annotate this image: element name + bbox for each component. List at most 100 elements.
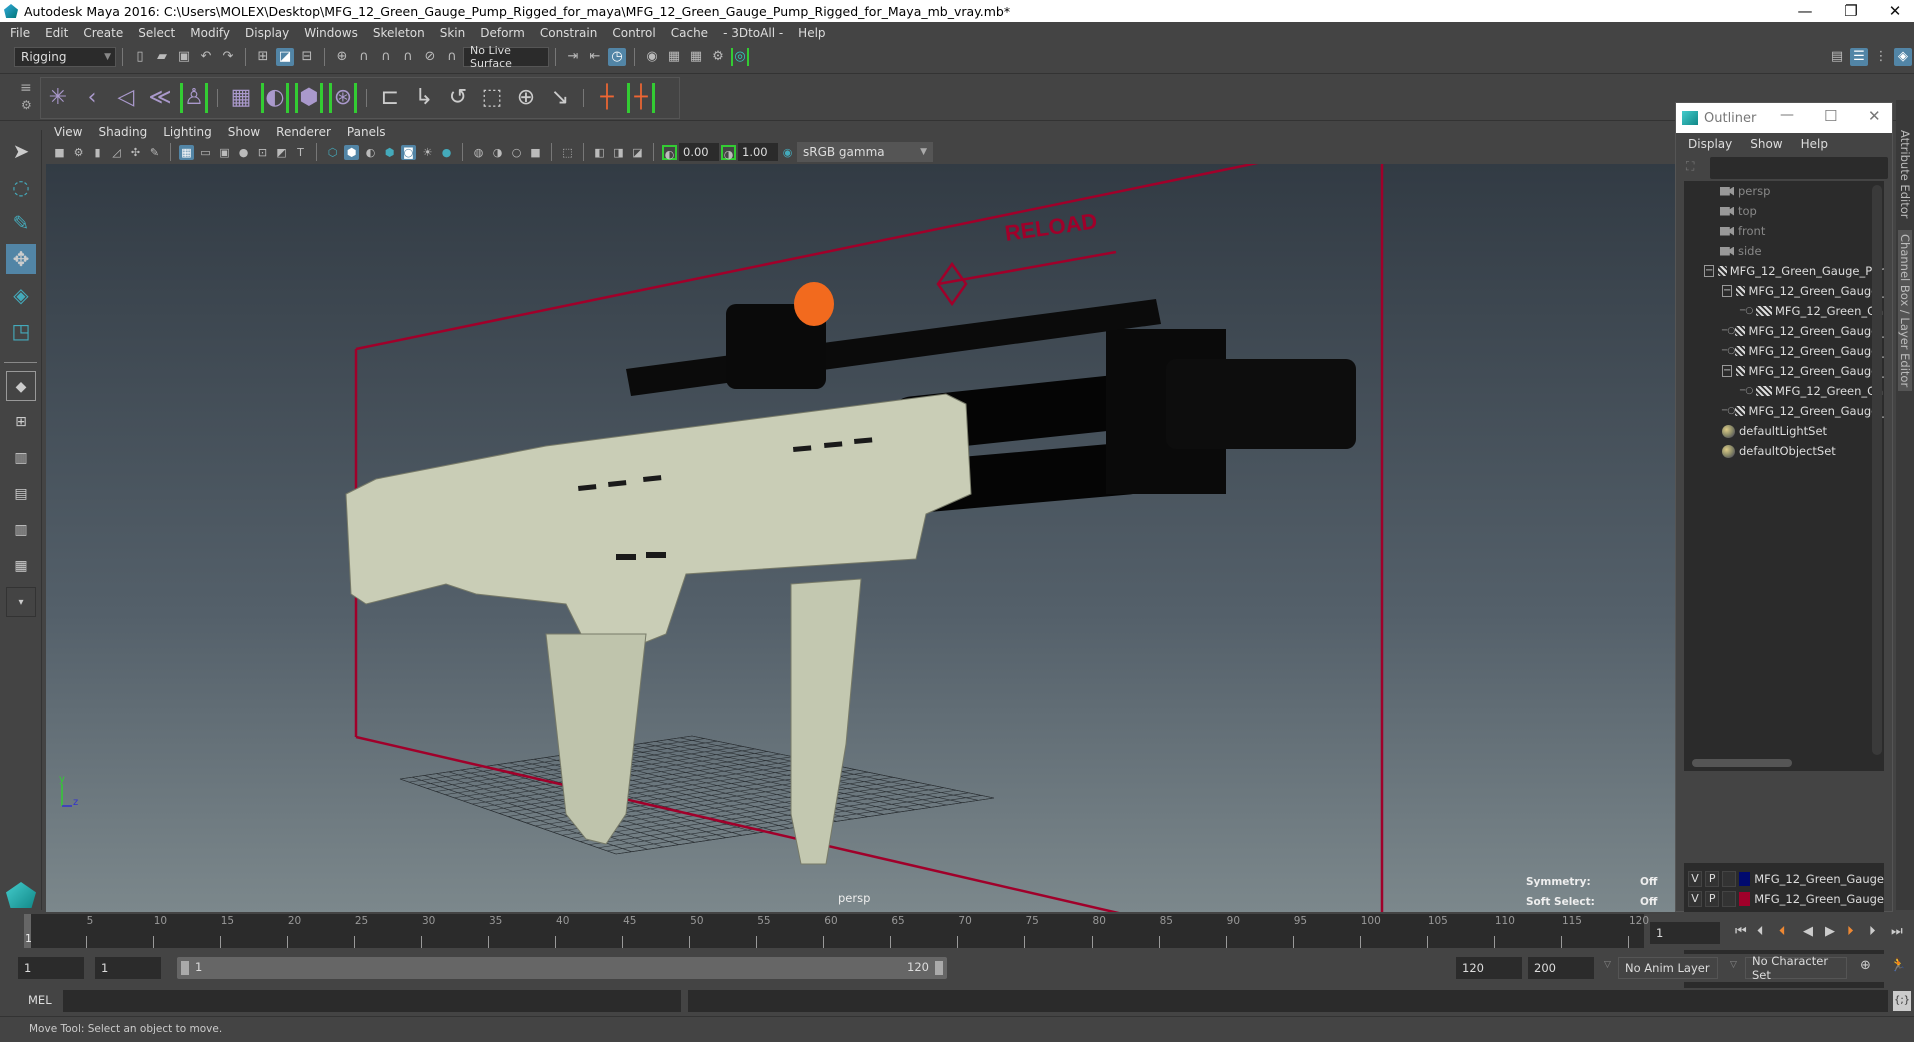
orient-constraint-icon[interactable]: ↺ xyxy=(444,83,472,113)
bind-skin-icon[interactable]: ◐ xyxy=(261,83,289,113)
render-view-icon[interactable]: ◉ xyxy=(643,48,661,66)
shelf-tabs-icon[interactable]: ≡ xyxy=(20,80,32,96)
channel-box-toggle-icon[interactable]: ◈ xyxy=(1894,48,1912,66)
shelf-settings-icon[interactable]: ⚙ xyxy=(21,98,32,112)
outliner-minimize-button[interactable]: — xyxy=(1780,107,1794,123)
outliner-maximize-button[interactable]: ☐ xyxy=(1824,107,1837,125)
menu-control[interactable]: Control xyxy=(612,26,655,40)
layer-playback-toggle[interactable]: P xyxy=(1705,871,1720,887)
safe-title-icon[interactable]: T xyxy=(293,145,308,160)
command-input[interactable] xyxy=(63,990,681,1012)
layer-display-type-toggle[interactable] xyxy=(1722,891,1737,907)
anti-aliasing-icon[interactable]: ○ xyxy=(509,145,524,160)
panel-menu-panels[interactable]: Panels xyxy=(347,125,386,139)
xray-joints-icon[interactable]: ◪ xyxy=(630,145,645,160)
menu-display[interactable]: Display xyxy=(245,26,289,40)
outliner-menu-display[interactable]: Display xyxy=(1688,137,1732,151)
auto-key-icon[interactable]: ⊕ xyxy=(1860,958,1871,973)
shotgun-model[interactable] xyxy=(345,282,1356,865)
panel-menu-lighting[interactable]: Lighting xyxy=(163,125,212,139)
ik-spline-icon[interactable]: ◁ xyxy=(112,83,140,113)
select-camera-icon[interactable]: ■ xyxy=(52,145,67,160)
chevron-down-icon[interactable]: ▽ xyxy=(1604,960,1611,970)
layer-color-swatch[interactable] xyxy=(1739,892,1751,906)
lattice-icon[interactable]: ⬢ xyxy=(295,83,323,113)
attribute-editor-toggle-icon[interactable]: ☰ xyxy=(1850,48,1868,66)
go-to-start-button[interactable]: ⏮ xyxy=(1735,924,1747,939)
outliner-item[interactable]: ─○ MFG_12_Green_Ga xyxy=(1684,301,1884,321)
select-component-icon[interactable]: ⊟ xyxy=(298,48,316,66)
scale-tool-icon[interactable]: ◳ xyxy=(6,316,36,346)
modeling-toolkit-icon[interactable]: ▤ xyxy=(1828,48,1846,66)
menu-select[interactable]: Select xyxy=(138,26,175,40)
exposure-field[interactable]: 0.00 xyxy=(679,143,719,161)
depth-of-field-icon[interactable]: ■ xyxy=(528,145,543,160)
xray-active-icon[interactable]: ◨ xyxy=(611,145,626,160)
isolate-select-icon[interactable]: ⬚ xyxy=(560,145,575,160)
outliner-close-button[interactable]: ✕ xyxy=(1868,107,1881,125)
hypershade-icon[interactable]: ◎ xyxy=(731,48,749,66)
menu-skin[interactable]: Skin xyxy=(440,26,466,40)
gamma-icon[interactable]: ◑ xyxy=(721,144,736,161)
ik-fk-key-icon[interactable]: ┼ xyxy=(627,83,655,113)
snap-curve-icon[interactable]: ∩ xyxy=(355,48,373,66)
script-editor-icon[interactable]: {;} xyxy=(1893,991,1911,1011)
color-management-icon[interactable]: ◉ xyxy=(780,145,795,160)
select-hierarchy-icon[interactable]: ⊞ xyxy=(254,48,272,66)
wireframe-on-shaded-icon[interactable]: ⬢ xyxy=(382,145,397,160)
smooth-shade-icon[interactable]: ⬢ xyxy=(344,144,359,160)
output-ops-icon[interactable]: ⇤ xyxy=(586,48,604,66)
camera-attributes-icon[interactable]: ⚙ xyxy=(71,145,86,160)
outliner-item[interactable]: defaultLightSet xyxy=(1684,421,1884,441)
outliner-vertical-scrollbar[interactable] xyxy=(1872,185,1882,755)
layer-visibility-toggle[interactable]: V xyxy=(1688,891,1703,907)
lasso-tool-icon[interactable]: ◌ xyxy=(6,172,36,202)
xray-icon[interactable]: ◧ xyxy=(592,145,607,160)
outliner-item[interactable]: ─○ MFG_12_Green_Gauge_ xyxy=(1684,341,1884,361)
lights-icon[interactable]: ☀ xyxy=(420,145,435,160)
filter-icon[interactable]: ⛶ xyxy=(1686,159,1694,174)
pole-vector-icon[interactable]: ↘ xyxy=(546,83,574,113)
scale-constraint-icon[interactable]: ⬚ xyxy=(478,83,506,113)
outliner-horizontal-scrollbar[interactable] xyxy=(1692,759,1792,767)
joint-tool-icon[interactable]: ✳ xyxy=(44,83,72,113)
point-constraint-icon[interactable]: ↳ xyxy=(410,83,438,113)
menu-set-dropdown[interactable]: Rigging ▼ xyxy=(14,47,116,67)
aim-constraint-icon[interactable]: ⊕ xyxy=(512,83,540,113)
restore-button[interactable]: ❐ xyxy=(1828,0,1874,22)
attribute-editor-tab[interactable]: Attribute Editor xyxy=(1898,130,1912,218)
layer-playback-toggle[interactable]: P xyxy=(1705,891,1720,907)
range-start-handle[interactable] xyxy=(181,961,189,975)
collapse-toggle-icon[interactable]: − xyxy=(1722,365,1733,377)
panel-menu-renderer[interactable]: Renderer xyxy=(276,125,331,139)
persp-graph-layout-icon[interactable]: ▤ xyxy=(6,479,36,509)
field-chart-icon[interactable]: ⊡ xyxy=(255,145,270,160)
play-backwards-button[interactable]: ◀ xyxy=(1803,924,1813,939)
exposure-icon[interactable]: ◐ xyxy=(662,144,677,161)
grid-icon[interactable]: ▦ xyxy=(179,144,194,160)
menu-create[interactable]: Create xyxy=(83,26,123,40)
move-tool-icon[interactable]: ✥ xyxy=(6,244,36,274)
command-language-label[interactable]: MEL xyxy=(28,993,52,1007)
go-to-end-button[interactable]: ⏭ xyxy=(1891,924,1903,939)
undo-icon[interactable]: ↶ xyxy=(197,48,215,66)
playback-end-field[interactable]: 120 xyxy=(1456,957,1522,979)
start-time-field[interactable]: 1 xyxy=(18,957,84,979)
outliner-item[interactable]: − MFG_12_Green_Gauge_ xyxy=(1684,361,1884,381)
outliner-item[interactable]: defaultObjectSet xyxy=(1684,441,1884,461)
quick-rig-icon[interactable]: ♙ xyxy=(180,83,208,113)
step-forward-key-button[interactable]: ⏵ xyxy=(1869,924,1876,939)
outliner-item[interactable]: persp xyxy=(1684,181,1884,201)
snap-view-icon[interactable]: ∩ xyxy=(399,48,417,66)
outliner-menu-help[interactable]: Help xyxy=(1801,137,1828,151)
textured-icon[interactable]: ◙ xyxy=(401,144,416,160)
outliner-item[interactable]: − MFG_12_Green_Gauge_ xyxy=(1684,281,1884,301)
panel-menu-show[interactable]: Show xyxy=(228,125,260,139)
layer-visibility-toggle[interactable]: V xyxy=(1688,871,1703,887)
open-scene-icon[interactable]: ▰ xyxy=(153,48,171,66)
panel-menu-view[interactable]: View xyxy=(54,125,82,139)
collapse-toggle-icon[interactable]: − xyxy=(1722,285,1733,297)
menu-cache[interactable]: Cache xyxy=(671,26,708,40)
input-ops-icon[interactable]: ⇥ xyxy=(564,48,582,66)
menu-modify[interactable]: Modify xyxy=(190,26,230,40)
